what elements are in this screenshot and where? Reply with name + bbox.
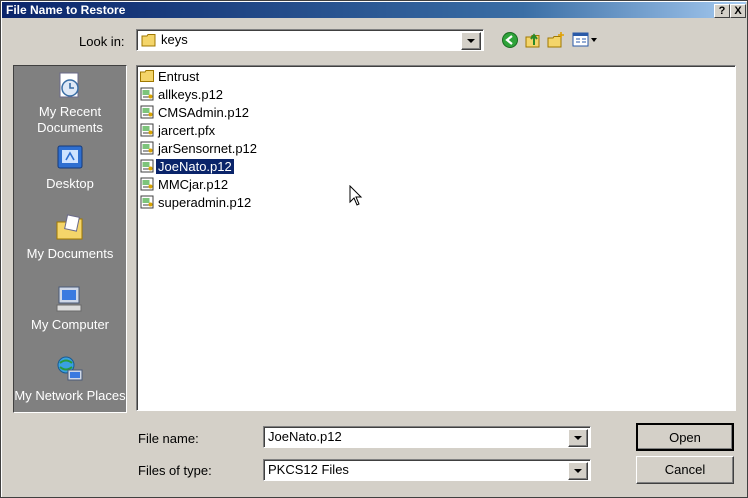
help-button[interactable]: ? (714, 4, 730, 18)
place-label: My Documents (26, 246, 114, 261)
look-in-combo[interactable]: keys (136, 29, 484, 51)
title-bar[interactable]: File Name to Restore ? X (2, 2, 746, 18)
file-list-item[interactable]: jarSensornet.p12 (140, 140, 259, 158)
file-name-text: MMCjar.p12 (158, 177, 229, 192)
file-list-item[interactable]: jarcert.pfx (140, 122, 217, 140)
file-name-text: Entrust (158, 69, 200, 84)
file-list-item[interactable]: CMSAdmin.p12 (140, 104, 251, 122)
back-icon[interactable] (501, 31, 519, 49)
my-computer-icon (56, 286, 82, 312)
certificate-file-icon (140, 105, 154, 119)
file-restore-dialog: File Name to Restore ? X Look in: keys M… (0, 0, 748, 498)
place-label: Desktop (46, 176, 94, 191)
file-name-combo[interactable]: JoeNato.p12 (263, 426, 591, 448)
view-menu-icon[interactable] (572, 31, 600, 49)
up-folder-icon[interactable] (524, 31, 542, 49)
file-type-value: PKCS12 Files (268, 462, 349, 477)
file-list-item[interactable]: MMCjar.p12 (140, 176, 230, 194)
folder-icon (141, 34, 156, 47)
file-type-dropdown-button[interactable] (568, 462, 588, 480)
places-bar: My Recent Documents Desktop My Documents (13, 65, 127, 413)
place-my-documents[interactable]: My Documents (14, 212, 126, 262)
place-label: My Computer (30, 317, 110, 332)
mouse-cursor-icon (349, 185, 363, 206)
file-list-item[interactable]: superadmin.p12 (140, 194, 253, 212)
file-name-text: CMSAdmin.p12 (158, 105, 250, 120)
file-type-label: Files of type: (138, 463, 212, 478)
look-in-dropdown-button[interactable] (461, 32, 481, 50)
file-name-text: allkeys.p12 (158, 87, 224, 102)
window-title: File Name to Restore (6, 3, 126, 17)
desktop-icon (57, 145, 83, 169)
certificate-file-icon (140, 159, 154, 173)
certificate-file-icon (140, 123, 154, 137)
folder-icon (140, 70, 154, 82)
place-recent-documents[interactable]: My Recent Documents (14, 70, 126, 136)
file-name-text: jarcert.pfx (158, 123, 216, 138)
my-documents-icon (56, 214, 83, 240)
certificate-file-icon (140, 141, 154, 155)
certificate-file-icon (140, 195, 154, 209)
certificate-file-icon (140, 87, 154, 101)
cancel-button[interactable]: Cancel (636, 456, 734, 484)
new-folder-icon[interactable] (547, 31, 565, 49)
place-my-computer[interactable]: My Computer (14, 283, 126, 333)
open-button[interactable]: Open (636, 423, 734, 451)
recent-documents-icon (59, 72, 79, 98)
place-my-network-places[interactable]: My Network Places (14, 354, 126, 404)
file-name-text: superadmin.p12 (158, 195, 252, 210)
file-list-item[interactable]: Entrust (140, 68, 201, 86)
file-list-item[interactable]: allkeys.p12 (140, 86, 225, 104)
place-desktop[interactable]: Desktop (14, 142, 126, 192)
file-name-label: File name: (138, 431, 199, 446)
look-in-value: keys (161, 32, 188, 47)
network-places-icon (57, 356, 83, 381)
file-type-combo[interactable]: PKCS12 Files (263, 459, 591, 481)
look-in-label: Look in: (79, 34, 125, 49)
file-name-dropdown-button[interactable] (568, 429, 588, 447)
certificate-file-icon (140, 177, 154, 191)
place-label: My Recent Documents (37, 104, 103, 135)
close-button[interactable]: X (730, 4, 746, 18)
file-name-text: jarSensornet.p12 (158, 141, 258, 156)
place-label: My Network Places (14, 388, 126, 403)
file-list[interactable]: Entrust allkeys.p12 CMSAdmin.p12 jarcert.pf… (136, 65, 736, 411)
file-name-value: JoeNato.p12 (268, 429, 342, 444)
file-list-item[interactable]: JoeNato.p12 (140, 158, 235, 176)
file-name-text: JoeNato.p12 (155, 158, 235, 175)
